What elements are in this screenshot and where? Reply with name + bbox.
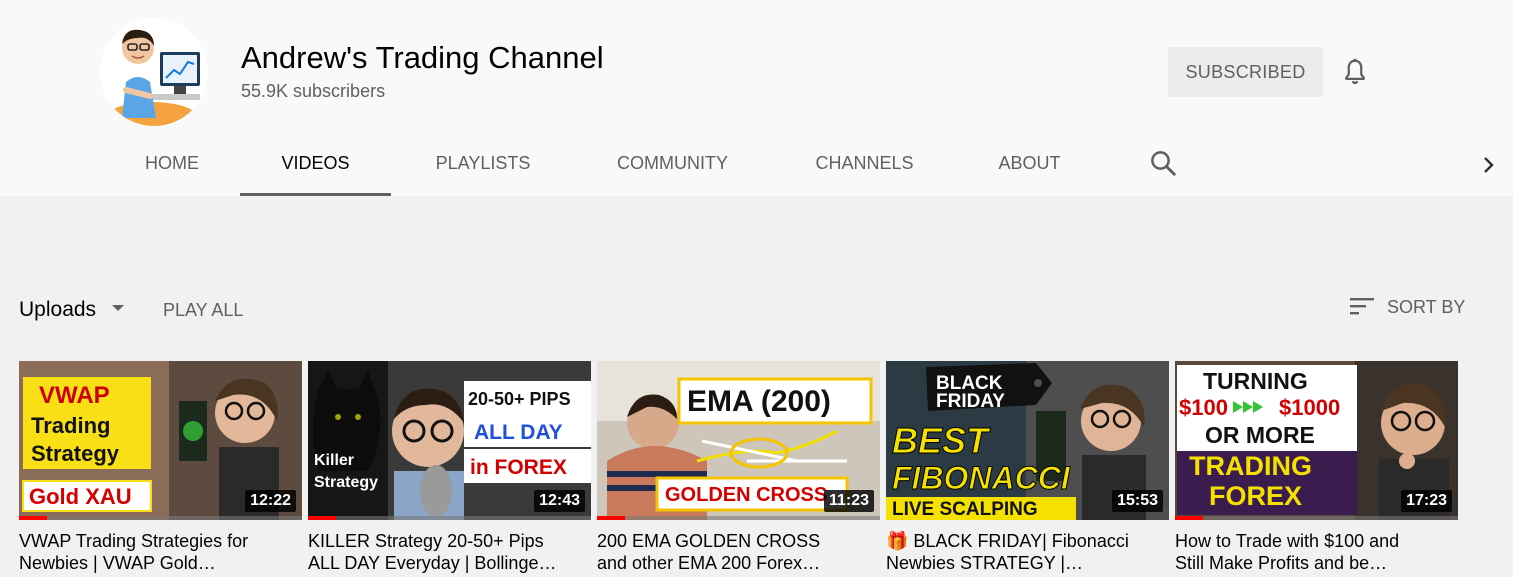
video-duration: 11:23 [823, 490, 874, 512]
thumb-text: GOLDEN CROSS [665, 484, 827, 506]
thumb-text: TURNING [1203, 368, 1308, 394]
video-thumbnail[interactable]: TURNING $100 $1000 OR MORE TRADING FOREX… [1175, 361, 1458, 520]
tab-community[interactable]: COMMUNITY [616, 134, 729, 196]
thumb-text: 20-50+ PIPS [468, 389, 571, 409]
caret-down-icon [111, 305, 124, 312]
video-title[interactable]: VWAP Trading Strategies for Newbies | VW… [19, 530, 302, 574]
video-title[interactable]: 200 EMA GOLDEN CROSS and other EMA 200 F… [597, 530, 880, 574]
thumb-text: Trading [31, 413, 110, 438]
watch-progress [308, 516, 591, 520]
thumb-text: FOREX [1209, 481, 1302, 511]
thumb-text: Strategy [314, 474, 378, 491]
uploads-label: Uploads [19, 298, 97, 321]
avatar-illustration [100, 18, 208, 126]
thumb-text: Killer [314, 452, 354, 469]
video-duration: 12:43 [534, 490, 585, 512]
video-title[interactable]: 🎁 BLACK FRIDAY| Fibonacci Newbies STRATE… [886, 530, 1169, 574]
uploads-dropdown[interactable]: Uploads [19, 298, 124, 322]
thumb-text: Strategy [31, 441, 120, 466]
tab-playlists[interactable]: PLAYLISTS [435, 134, 531, 196]
video-thumbnail[interactable]: BLACK FRIDAY BEST FIBONACCI LIVE SCALPIN… [886, 361, 1169, 520]
video-card[interactable]: VWAP Trading Strategy Gold XAU 12:22 VWA… [19, 361, 302, 574]
video-title-line: 200 EMA GOLDEN CROSS [597, 531, 821, 551]
video-card[interactable]: BLACK FRIDAY BEST FIBONACCI LIVE SCALPIN… [886, 361, 1169, 574]
thumb-text: TRADING [1189, 451, 1312, 481]
watch-progress [886, 516, 1169, 520]
video-card[interactable]: 20-50+ PIPS ALL DAY in FOREX Killer Stra… [308, 361, 591, 574]
video-card[interactable]: TURNING $100 $1000 OR MORE TRADING FOREX… [1175, 361, 1458, 574]
watch-progress [597, 516, 880, 520]
channel-title: Andrew's Trading Channel [241, 40, 604, 75]
watch-progress-fill [19, 516, 48, 520]
video-title-line: Still Make Profits and be… [1175, 553, 1388, 573]
video-title-line: KILLER Strategy 20-50+ Pips [308, 531, 544, 551]
video-title-line: 🎁 BLACK FRIDAY| Fibonacci [886, 531, 1129, 551]
video-duration: 12:22 [245, 490, 296, 512]
sort-icon [1349, 295, 1375, 317]
watch-progress [1175, 516, 1458, 520]
video-title-line: Newbies STRATEGY |… [886, 553, 1084, 573]
channel-avatar[interactable] [100, 18, 208, 126]
bell-icon[interactable] [1340, 56, 1370, 88]
video-duration: 15:53 [1112, 490, 1163, 512]
thumb-text: OR MORE [1205, 422, 1315, 448]
sort-by-button[interactable]: SORT BY [1349, 297, 1465, 319]
tab-videos[interactable]: VIDEOS [240, 134, 391, 196]
subscribed-button[interactable]: SUBSCRIBED [1168, 47, 1323, 97]
video-card[interactable]: EMA (200) GOLDEN CROSS 11:23 200 EMA GOL… [597, 361, 880, 574]
thumb-text: ALL DAY [474, 421, 563, 444]
thumb-text: in FOREX [470, 456, 567, 479]
thumb-text: FIBONACCI [892, 460, 1071, 496]
thumb-text: $1000 [1279, 395, 1340, 420]
video-title-line: Newbies | VWAP Gold… [19, 553, 216, 573]
subscriber-count: 55.9K subscribers [241, 81, 386, 101]
search-icon[interactable] [1148, 148, 1178, 178]
thumb-text: BEST [892, 420, 991, 461]
watch-progress [19, 516, 302, 520]
play-all-button[interactable]: PLAY ALL [163, 300, 243, 321]
video-duration: 17:23 [1401, 490, 1452, 512]
thumb-text: $100 [1179, 395, 1228, 420]
video-thumbnail[interactable]: 20-50+ PIPS ALL DAY in FOREX Killer Stra… [308, 361, 591, 520]
channel-header: Andrew's Trading Channel 55.9K subscribe… [0, 0, 1513, 196]
chevron-right-icon[interactable] [1478, 152, 1500, 178]
tab-channels[interactable]: CHANNELS [815, 134, 914, 196]
video-title[interactable]: How to Trade with $100 and Still Make Pr… [1175, 530, 1458, 574]
watch-progress-fill [597, 516, 626, 520]
video-title-line: ALL DAY Everyday | Bollinge… [308, 553, 557, 573]
channel-tabs: HOME VIDEOS PLAYLISTS COMMUNITY CHANNELS… [0, 134, 1513, 196]
video-title-line: and other EMA 200 Forex… [597, 553, 821, 573]
thumb-text: EMA (200) [687, 385, 831, 418]
video-thumbnail[interactable]: VWAP Trading Strategy Gold XAU 12:22 [19, 361, 302, 520]
tab-about[interactable]: ABOUT [998, 134, 1061, 196]
sort-by-label: SORT BY [1387, 297, 1466, 317]
watch-progress-fill [308, 516, 337, 520]
video-title-line: How to Trade with $100 and [1175, 531, 1400, 551]
watch-progress-fill [1175, 516, 1204, 520]
video-title[interactable]: KILLER Strategy 20-50+ Pips ALL DAY Ever… [308, 530, 591, 574]
video-thumbnail[interactable]: EMA (200) GOLDEN CROSS 11:23 [597, 361, 880, 520]
video-title-line: VWAP Trading Strategies for [19, 531, 249, 551]
thumb-text: FRIDAY [936, 391, 1005, 412]
thumb-text: Gold XAU [29, 484, 132, 509]
thumb-text: VWAP [39, 382, 110, 409]
tab-home[interactable]: HOME [144, 134, 200, 196]
